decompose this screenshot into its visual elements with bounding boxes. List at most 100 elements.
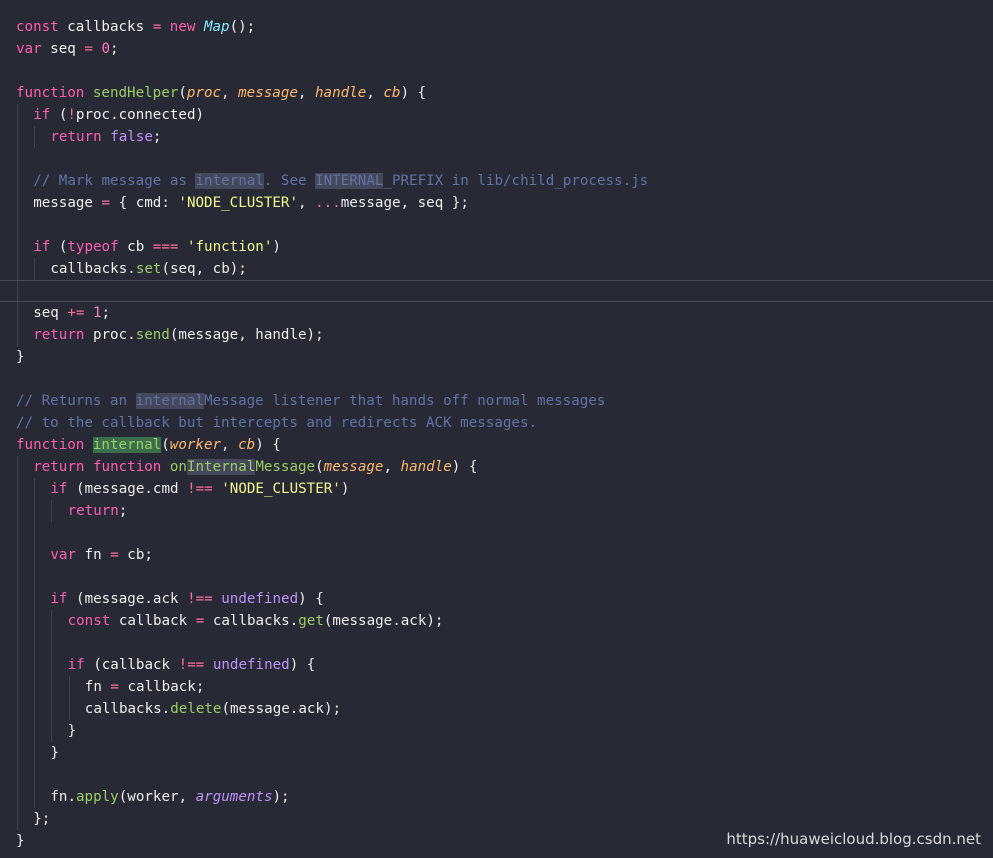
code-line[interactable]: if (typeof cb === 'function') bbox=[0, 236, 993, 258]
code-token-plain: (message.ack bbox=[67, 591, 188, 607]
code-token-function: Message bbox=[255, 459, 316, 475]
code-line-current[interactable] bbox=[0, 280, 993, 302]
code-token-comment: Message listener that hands off normal m… bbox=[203, 393, 606, 409]
code-token-plain: cb; bbox=[118, 547, 153, 563]
code-line[interactable]: } bbox=[0, 720, 993, 742]
code-lines: const callbacks = new Map(); var seq = 0;… bbox=[0, 16, 993, 852]
indent-guide bbox=[34, 654, 36, 676]
indent-guide bbox=[34, 786, 36, 808]
code-line[interactable] bbox=[0, 522, 993, 544]
code-line[interactable] bbox=[0, 764, 993, 786]
code-line[interactable]: } bbox=[0, 346, 993, 368]
code-line[interactable]: return false; bbox=[0, 126, 993, 148]
indent-guide bbox=[34, 742, 36, 764]
code-line[interactable]: // Mark message as internal. See INTERNA… bbox=[0, 170, 993, 192]
code-line[interactable]: const callbacks = new Map(); bbox=[0, 16, 993, 38]
code-token-keyword: function bbox=[16, 85, 85, 101]
code-token-plain: , bbox=[383, 459, 401, 475]
indent-guide bbox=[17, 192, 18, 214]
code-token-function: apply bbox=[76, 789, 119, 805]
code-token-param: handle bbox=[315, 85, 367, 101]
indent-guide bbox=[17, 764, 18, 786]
code-token-plain: ); bbox=[272, 789, 290, 805]
indent-guide bbox=[51, 720, 53, 742]
code-line[interactable]: return proc.send(message, handle); bbox=[0, 324, 993, 346]
indent-guide bbox=[17, 588, 18, 610]
code-token-plain: (message, handle); bbox=[169, 327, 324, 343]
code-token-plain: callbacks. bbox=[204, 613, 299, 629]
code-token-plain: fn bbox=[84, 679, 111, 695]
code-line[interactable]: var fn = cb; bbox=[0, 544, 993, 566]
code-line[interactable]: function internal(worker, cb) { bbox=[0, 434, 993, 456]
code-line[interactable]: if (!proc.connected) bbox=[0, 104, 993, 126]
code-line[interactable]: function sendHelper(proc, message, handl… bbox=[0, 82, 993, 104]
code-line[interactable]: } bbox=[0, 742, 993, 764]
code-token-plain: ) { bbox=[400, 85, 427, 101]
code-token-operator: ... bbox=[315, 195, 341, 211]
indent-guide bbox=[17, 632, 18, 654]
indent-guide bbox=[17, 214, 18, 236]
indent-guide bbox=[17, 808, 18, 830]
indent-guide bbox=[34, 698, 36, 720]
indent-guide bbox=[34, 610, 36, 632]
code-token-operator: = bbox=[195, 613, 205, 629]
code-token-plain: { cmd: bbox=[110, 195, 179, 211]
code-token-plain: (seq, cb); bbox=[161, 261, 247, 277]
code-line[interactable]: if (message.ack !== undefined) { bbox=[0, 588, 993, 610]
code-token-number: 0 bbox=[101, 41, 110, 57]
code-token-plain: fn. bbox=[50, 789, 77, 805]
indent-guide bbox=[17, 720, 18, 742]
code-token-plain: callback bbox=[110, 613, 196, 629]
code-token-keyword: return bbox=[33, 327, 85, 343]
code-line[interactable] bbox=[0, 632, 993, 654]
code-token-function: set bbox=[135, 261, 162, 277]
code-token-plain: , bbox=[297, 85, 316, 101]
indent-guide bbox=[17, 610, 18, 632]
code-line[interactable] bbox=[0, 214, 993, 236]
code-line[interactable] bbox=[0, 148, 993, 170]
code-token-plain: message, seq }; bbox=[340, 195, 469, 211]
code-token-keyword: var bbox=[16, 41, 42, 57]
code-line[interactable] bbox=[0, 368, 993, 390]
indent-guide bbox=[17, 324, 18, 346]
code-line[interactable]: var seq = 0; bbox=[0, 38, 993, 60]
code-token-keyword: if bbox=[33, 239, 51, 255]
code-token-plain: ) { bbox=[451, 459, 478, 475]
code-token-plain: ; bbox=[152, 129, 162, 145]
code-token-operator: = bbox=[110, 679, 119, 695]
code-token-keyword: if bbox=[50, 591, 68, 607]
code-line[interactable]: // Returns an internalMessage listener t… bbox=[0, 390, 993, 412]
code-line[interactable]: seq += 1; bbox=[0, 302, 993, 324]
code-editor[interactable]: const callbacks = new Map(); var seq = 0;… bbox=[0, 0, 993, 858]
code-line[interactable]: callbacks.delete(message.ack); bbox=[0, 698, 993, 720]
code-line[interactable]: return; bbox=[0, 500, 993, 522]
code-line[interactable]: }; bbox=[0, 808, 993, 830]
code-line[interactable]: fn = callback; bbox=[0, 676, 993, 698]
code-token-plain: ( bbox=[50, 239, 68, 255]
code-line[interactable]: return function onInternalMessage(messag… bbox=[0, 456, 993, 478]
code-line[interactable]: // to the callback but intercepts and re… bbox=[0, 412, 993, 434]
code-token-param: message bbox=[323, 459, 384, 475]
code-token-plain: (worker, bbox=[118, 789, 196, 805]
code-line[interactable]: message = { cmd: 'NODE_CLUSTER', ...mess… bbox=[0, 192, 993, 214]
code-line[interactable]: if (message.cmd !== 'NODE_CLUSTER') bbox=[0, 478, 993, 500]
code-line[interactable]: const callback = callbacks.get(message.a… bbox=[0, 610, 993, 632]
code-line[interactable] bbox=[0, 60, 993, 82]
code-token-operator: !== bbox=[187, 591, 213, 607]
code-token-function: get bbox=[298, 613, 324, 629]
code-line[interactable]: if (callback !== undefined) { bbox=[0, 654, 993, 676]
code-token-plain: , bbox=[298, 195, 316, 211]
code-token-keyword: function bbox=[16, 437, 85, 453]
code-line[interactable]: fn.apply(worker, arguments); bbox=[0, 786, 993, 808]
code-token-plain: ) { bbox=[289, 657, 316, 673]
code-token-keyword: typeof bbox=[67, 239, 119, 255]
indent-guide bbox=[51, 500, 53, 522]
code-line[interactable] bbox=[0, 566, 993, 588]
code-line[interactable]: callbacks.set(seq, cb); bbox=[0, 258, 993, 280]
code-token-function: on bbox=[169, 459, 187, 475]
